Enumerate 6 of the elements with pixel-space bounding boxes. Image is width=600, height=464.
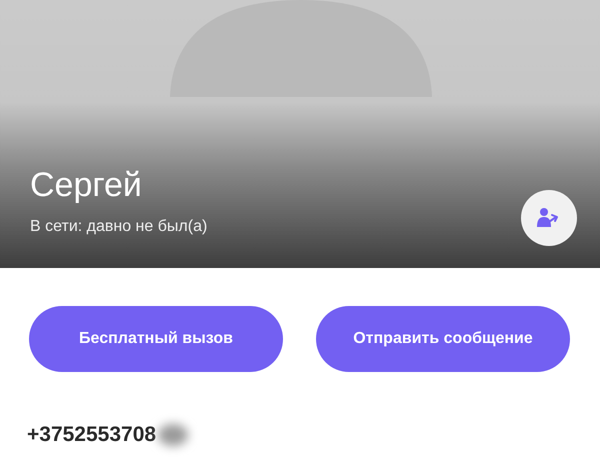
contact-name: Сергей: [30, 165, 142, 205]
phone-number: +3752553708: [27, 423, 156, 447]
send-message-button[interactable]: Отправить сообщение: [316, 306, 570, 372]
online-status: В сети: давно не был(а): [30, 217, 208, 237]
person-arrow-icon: [537, 207, 561, 229]
free-call-button[interactable]: Бесплатный вызов: [29, 306, 283, 372]
